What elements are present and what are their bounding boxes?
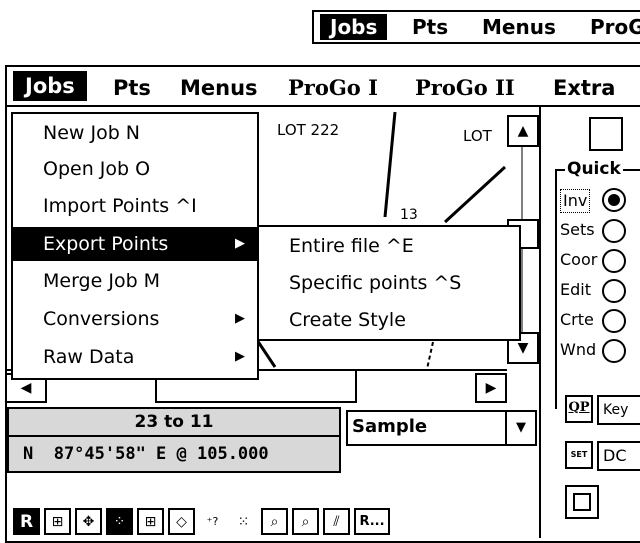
quick-panel: Quick Inv Sets Coor Edit Crte Wnd QP Key…	[539, 107, 640, 538]
submenu-item-specific-points[interactable]: Specific points ^S	[259, 266, 519, 300]
arrow-right-icon: ▶	[485, 380, 497, 396]
query-point-icon: ⁺?	[206, 515, 219, 528]
scroll-right-button[interactable]: ▶	[475, 373, 507, 403]
menu-item-raw-data[interactable]: Raw Data ▶	[13, 340, 257, 374]
quick-option-inv-radio[interactable]	[602, 188, 626, 212]
quick-option-wnd-label: Wnd	[560, 340, 597, 359]
menu-extra[interactable]: Extra	[553, 75, 615, 101]
menu-menus[interactable]: Menus	[180, 75, 258, 101]
toolbar-grid-button[interactable]: ⊞	[44, 508, 71, 535]
menu-item-merge-job[interactable]: Merge Job M	[13, 264, 257, 298]
export-submenu: Entire file ^E Specific points ^S Create…	[257, 225, 521, 341]
arrow-left-icon: ◀	[20, 380, 32, 396]
menu-item-conversions-label: Conversions	[43, 308, 160, 330]
map-label-lot: LOT	[463, 127, 492, 145]
menu-item-export-points-label: Export Points	[43, 233, 169, 255]
toolbar-diamond-button[interactable]: ◇	[168, 508, 195, 535]
quick-option-wnd-radio[interactable]	[602, 339, 626, 363]
submenu-item-entire-file[interactable]: Entire file ^E	[259, 229, 519, 263]
pan-icon: ✥	[82, 513, 95, 530]
toolbar-dots-button[interactable]: ⁙	[230, 508, 257, 535]
top-menu-prog[interactable]: ProG	[590, 14, 640, 40]
toolbar-query-button[interactable]: ⁺?	[199, 508, 226, 535]
range-display: 23 to 11	[7, 407, 341, 437]
menu-item-new-job[interactable]: New Job N	[13, 116, 257, 150]
scroll-up-button[interactable]: ▲	[507, 115, 539, 147]
arrow-up-icon: ▲	[517, 123, 529, 139]
top-menu-menus[interactable]: Menus	[482, 14, 556, 40]
toolbar-r-button[interactable]: R	[13, 508, 40, 535]
menu-item-raw-data-label: Raw Data	[43, 346, 135, 368]
grid-icon: ⊞	[51, 513, 64, 530]
menu-item-import-points[interactable]: Import Points ^I	[13, 189, 257, 223]
toolbar-lines-button[interactable]: ⫽	[323, 508, 350, 535]
toolbar-zoom-in-button[interactable]: ⌕	[261, 508, 288, 535]
zoom-in-icon: ⌕	[270, 513, 279, 530]
quick-option-inv-label: Inv	[560, 189, 591, 213]
dropdown-arrow-icon[interactable]: ▼	[505, 412, 535, 444]
set-button[interactable]: SET	[565, 441, 593, 469]
menu-item-open-job[interactable]: Open Job O	[13, 152, 257, 186]
toolbar-r-more-button[interactable]: R...	[354, 508, 390, 535]
zoom-out-icon: ⌕	[301, 513, 310, 530]
quick-option-edit-label: Edit	[560, 280, 591, 299]
menu-item-export-points[interactable]: Export Points ▶	[13, 227, 257, 261]
quick-title: Quick	[565, 159, 623, 179]
jobs-menu: New Job N Open Job O Import Points ^I Ex…	[11, 112, 259, 380]
quick-option-crte-label: Crte	[560, 310, 594, 329]
qp-button[interactable]: QP	[565, 395, 593, 423]
menu-progo-1[interactable]: ProGo I	[288, 75, 378, 101]
toolbar-add-button[interactable]: ⊞	[137, 508, 164, 535]
arrow-down-icon: ▼	[517, 340, 529, 356]
menu-progo-2[interactable]: ProGo II	[415, 75, 515, 101]
top-menu-jobs[interactable]: Jobs	[320, 14, 388, 40]
quick-option-coor-label: Coor	[560, 250, 598, 269]
map-label-13: 13	[400, 207, 418, 223]
top-menu-pts[interactable]: Pts	[412, 14, 448, 40]
bearing-display: N 87°45'58" E @ 105.000	[7, 437, 341, 473]
add-box-icon: ⊞	[144, 513, 157, 530]
submenu-item-create-style[interactable]: Create Style	[259, 303, 519, 337]
toolbar-points-button[interactable]: ⁘	[106, 508, 133, 535]
menubar: Jobs Pts Menus ProGo I ProGo II Extra	[7, 67, 640, 107]
diamond-icon: ◇	[176, 513, 187, 530]
style-select-value: Sample	[352, 416, 428, 437]
top-menubar: Jobs Pts Menus ProG	[312, 10, 640, 44]
points-icon: ⁘	[113, 513, 126, 530]
quick-option-sets-radio[interactable]	[602, 219, 626, 243]
key-field[interactable]: Key	[597, 395, 640, 425]
menu-item-conversions[interactable]: Conversions ▶	[13, 302, 257, 336]
style-select[interactable]: Sample ▼	[346, 410, 537, 446]
bottom-square-button[interactable]	[565, 485, 599, 519]
chevron-right-icon: ▶	[235, 311, 245, 326]
chevron-right-icon: ▶	[235, 349, 245, 364]
parallel-lines-icon: ⫽	[333, 513, 340, 530]
toolbar-pan-button[interactable]: ✥	[75, 508, 102, 535]
quick-option-coor-radio[interactable]	[602, 249, 626, 273]
menu-jobs[interactable]: Jobs	[13, 71, 87, 101]
quick-option-sets-label: Sets	[560, 220, 595, 239]
toolbar-zoom-out-button[interactable]: ⌕	[292, 508, 319, 535]
chevron-right-icon: ▶	[235, 236, 245, 251]
dot-grid-icon: ⁙	[237, 513, 250, 530]
quick-option-edit-radio[interactable]	[602, 279, 626, 303]
map-label-lot222: LOT 222	[277, 121, 340, 139]
quick-option-crte-radio[interactable]	[602, 309, 626, 333]
menu-pts[interactable]: Pts	[113, 75, 151, 101]
bottom-toolbar: R ⊞ ✥ ⁘ ⊞ ◇ ⁺? ⁙ ⌕ ⌕ ⫽ R...	[7, 505, 539, 538]
dc-field[interactable]: DC	[597, 441, 640, 471]
color-box[interactable]	[589, 117, 623, 151]
